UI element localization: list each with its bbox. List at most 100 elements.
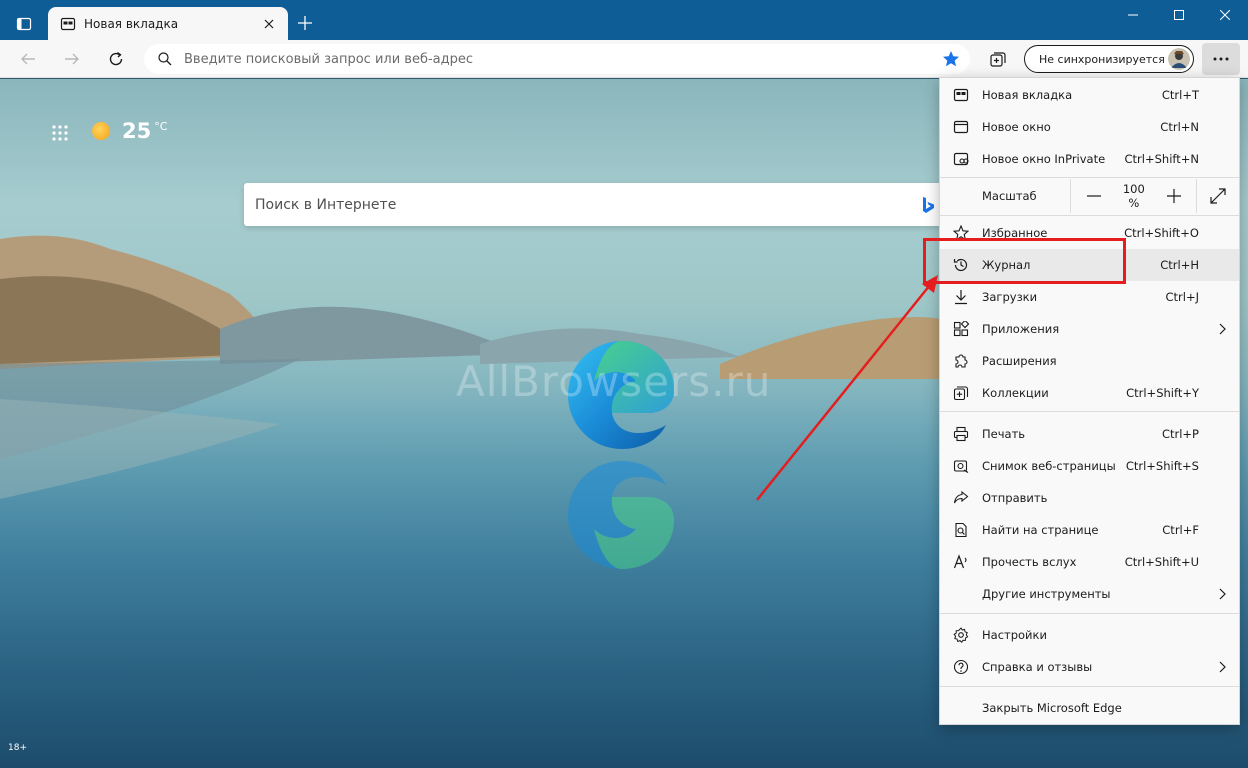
menu-item-apps[interactable]: Приложения xyxy=(940,313,1239,345)
search-icon xyxy=(158,52,172,66)
refresh-button[interactable] xyxy=(100,43,132,75)
menu-item-new-window[interactable]: Новое окно Ctrl+N xyxy=(940,111,1239,143)
app-launcher-button[interactable] xyxy=(50,123,70,143)
weather-widget[interactable]: 25 °C xyxy=(92,119,167,143)
inprivate-icon xyxy=(952,150,970,168)
menu-item-print[interactable]: Печать Ctrl+P xyxy=(940,418,1239,450)
tab-close-button[interactable] xyxy=(260,15,278,33)
grid-icon xyxy=(52,125,68,141)
zoom-out-button[interactable] xyxy=(1071,179,1117,213)
minimize-button[interactable] xyxy=(1110,0,1156,30)
chevron-right-icon xyxy=(1217,322,1227,336)
new-window-icon xyxy=(952,118,970,136)
add-favorite-button[interactable] xyxy=(938,46,964,72)
menu-item-new-tab[interactable]: Новая вкладка Ctrl+T xyxy=(940,79,1239,111)
close-window-button[interactable] xyxy=(1202,0,1248,30)
menu-separator xyxy=(940,177,1239,178)
forward-button[interactable] xyxy=(56,43,88,75)
tab-title: Новая вкладка xyxy=(84,16,179,31)
menu-item-label: Расширения xyxy=(982,354,1057,368)
bing-icon[interactable] xyxy=(922,196,936,214)
zoom-value: 100 % xyxy=(1122,182,1145,210)
new-tab-icon xyxy=(952,86,970,104)
menu-item-find-on-page[interactable]: Найти на странице Ctrl+F xyxy=(940,514,1239,546)
minimize-icon xyxy=(1128,14,1138,16)
menu-item-shortcut: Ctrl+Shift+U xyxy=(1124,555,1199,569)
menu-separator xyxy=(940,215,1239,216)
menu-item-collections[interactable]: Коллекции Ctrl+Shift+Y xyxy=(940,377,1239,409)
menu-item-help-feedback[interactable]: Справка и отзывы xyxy=(940,651,1239,683)
menu-item-more-tools[interactable]: Другие инструменты xyxy=(940,578,1239,610)
chevron-right-icon xyxy=(1217,587,1227,601)
menu-item-read-aloud[interactable]: Прочесть вслух Ctrl+Shift+U xyxy=(940,546,1239,578)
arrow-right-icon xyxy=(65,53,79,65)
menu-item-new-inprivate-window[interactable]: Новое окно InPrivate Ctrl+Shift+N xyxy=(940,143,1239,175)
menu-item-label: Новое окно InPrivate xyxy=(982,152,1106,166)
menu-item-label: Закрыть Microsoft Edge xyxy=(982,701,1122,715)
plus-icon xyxy=(1166,189,1181,203)
settings-menu: Новая вкладка Ctrl+T Новое окно Ctrl+N Н… xyxy=(939,77,1240,725)
menu-item-share[interactable]: Отправить xyxy=(940,482,1239,514)
menu-item-shortcut: Ctrl+H xyxy=(1160,258,1199,272)
sun-icon xyxy=(92,122,110,140)
arrow-left-icon xyxy=(21,53,35,65)
zoom-in-button[interactable] xyxy=(1151,179,1197,213)
menu-item-shortcut: Ctrl+Shift+S xyxy=(1125,459,1199,473)
menu-item-label: Приложения xyxy=(982,322,1060,336)
menu-item-shortcut: Ctrl+Shift+N xyxy=(1124,152,1199,166)
menu-item-shortcut: Ctrl+Shift+O xyxy=(1124,226,1199,240)
maximize-icon xyxy=(1174,10,1184,20)
address-bar xyxy=(144,44,970,74)
profile-button[interactable]: Не синхронизируется xyxy=(1024,45,1194,73)
menu-item-label: Новое окно xyxy=(982,120,1051,134)
maximize-button[interactable] xyxy=(1156,0,1202,30)
menu-separator xyxy=(940,613,1239,614)
new-tab-button[interactable] xyxy=(292,10,318,36)
new-tab-page-icon xyxy=(60,17,76,30)
read-aloud-icon xyxy=(952,553,970,571)
age-badge: 18+ xyxy=(8,743,27,753)
address-input[interactable] xyxy=(184,51,938,67)
star-filled-icon xyxy=(943,51,959,67)
back-button[interactable] xyxy=(12,43,44,75)
settings-and-more-button[interactable] xyxy=(1202,43,1240,75)
menu-item-label: Настройки xyxy=(982,628,1047,642)
plus-icon xyxy=(298,16,312,30)
close-icon xyxy=(264,19,274,28)
title-bar: Новая вкладка xyxy=(0,0,1248,40)
watermark: AllBrowsers.ru xyxy=(456,357,772,406)
menu-item-shortcut: Ctrl+N xyxy=(1160,120,1199,134)
web-search-input[interactable] xyxy=(255,196,922,213)
menu-item-settings[interactable]: Настройки xyxy=(940,619,1239,651)
settings-icon xyxy=(952,626,970,644)
collections-icon xyxy=(990,52,1006,67)
chevron-right-icon xyxy=(1217,660,1227,674)
menu-item-label: Найти на странице xyxy=(982,523,1099,537)
close-icon xyxy=(1220,10,1230,20)
find-icon xyxy=(952,521,970,539)
weather-temperature: 25 xyxy=(122,119,152,143)
more-horizontal-icon xyxy=(1213,57,1229,61)
fullscreen-button[interactable] xyxy=(1197,179,1239,213)
annotation-arrow-icon xyxy=(756,275,938,501)
menu-item-extensions[interactable]: Расширения xyxy=(940,345,1239,377)
menu-item-downloads[interactable]: Загрузки Ctrl+J xyxy=(940,281,1239,313)
tab-actions-button[interactable] xyxy=(8,8,40,40)
menu-item-close-edge[interactable]: Закрыть Microsoft Edge xyxy=(940,692,1239,724)
minus-icon xyxy=(1087,195,1102,197)
menu-icon-placeholder xyxy=(952,699,970,717)
fullscreen-icon xyxy=(1210,188,1226,204)
menu-icon-placeholder xyxy=(952,585,970,603)
tab-new-tab[interactable]: Новая вкладка xyxy=(48,7,288,40)
menu-item-label: Коллекции xyxy=(982,386,1049,400)
collections-button[interactable] xyxy=(982,43,1014,75)
menu-item-label: Печать xyxy=(982,427,1026,441)
menu-item-web-capture[interactable]: Снимок веб-страницы Ctrl+Shift+S xyxy=(940,450,1239,482)
menu-item-label: Прочесть вслух xyxy=(982,555,1077,569)
zoom-row: Масштаб 100 % xyxy=(940,179,1239,213)
menu-item-shortcut: Ctrl+J xyxy=(1165,290,1200,304)
menu-separator xyxy=(940,411,1239,412)
menu-item-label: Загрузки xyxy=(982,290,1038,304)
menu-separator xyxy=(940,686,1239,687)
menu-item-shortcut: Ctrl+P xyxy=(1161,427,1199,441)
